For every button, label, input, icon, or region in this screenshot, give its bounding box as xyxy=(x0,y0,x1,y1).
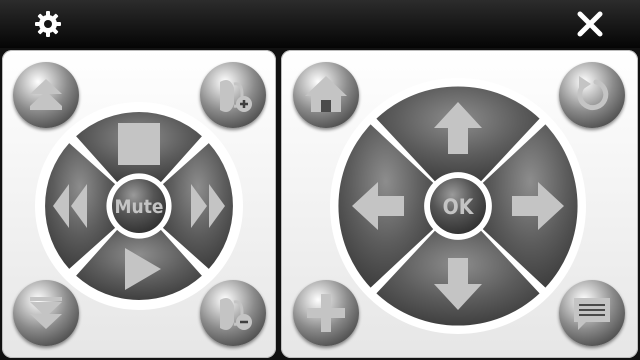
close-button[interactable] xyxy=(572,6,608,42)
navigation-dpad: OK xyxy=(330,78,586,334)
mute-label: Mute xyxy=(115,196,164,218)
settings-button[interactable] xyxy=(30,6,66,42)
gear-icon xyxy=(35,11,61,37)
message-button[interactable] xyxy=(559,280,625,346)
top-bar xyxy=(0,0,640,48)
media-control-panel: Mute xyxy=(2,50,276,358)
navigation-control-panel: OK xyxy=(281,50,638,358)
volume-up-button[interactable] xyxy=(200,62,266,128)
close-icon xyxy=(577,11,603,37)
page-down-button[interactable] xyxy=(13,280,79,346)
page-up-icon xyxy=(30,79,62,110)
plus-icon xyxy=(307,294,345,332)
volume-down-button[interactable] xyxy=(200,280,266,346)
page-down-icon xyxy=(30,297,62,329)
ok-button[interactable]: OK xyxy=(430,178,486,234)
add-button[interactable] xyxy=(293,280,359,346)
back-icon xyxy=(577,76,609,111)
stop-icon xyxy=(118,123,160,165)
page-up-button[interactable] xyxy=(13,62,79,128)
volume-up-icon xyxy=(220,80,252,112)
media-dpad: Mute xyxy=(35,102,243,310)
back-button[interactable] xyxy=(559,62,625,128)
home-icon xyxy=(305,76,347,112)
ok-label: OK xyxy=(443,195,475,219)
mute-button[interactable]: Mute xyxy=(112,179,166,233)
message-icon xyxy=(574,298,610,330)
home-button[interactable] xyxy=(293,62,359,128)
volume-down-icon xyxy=(220,298,252,330)
